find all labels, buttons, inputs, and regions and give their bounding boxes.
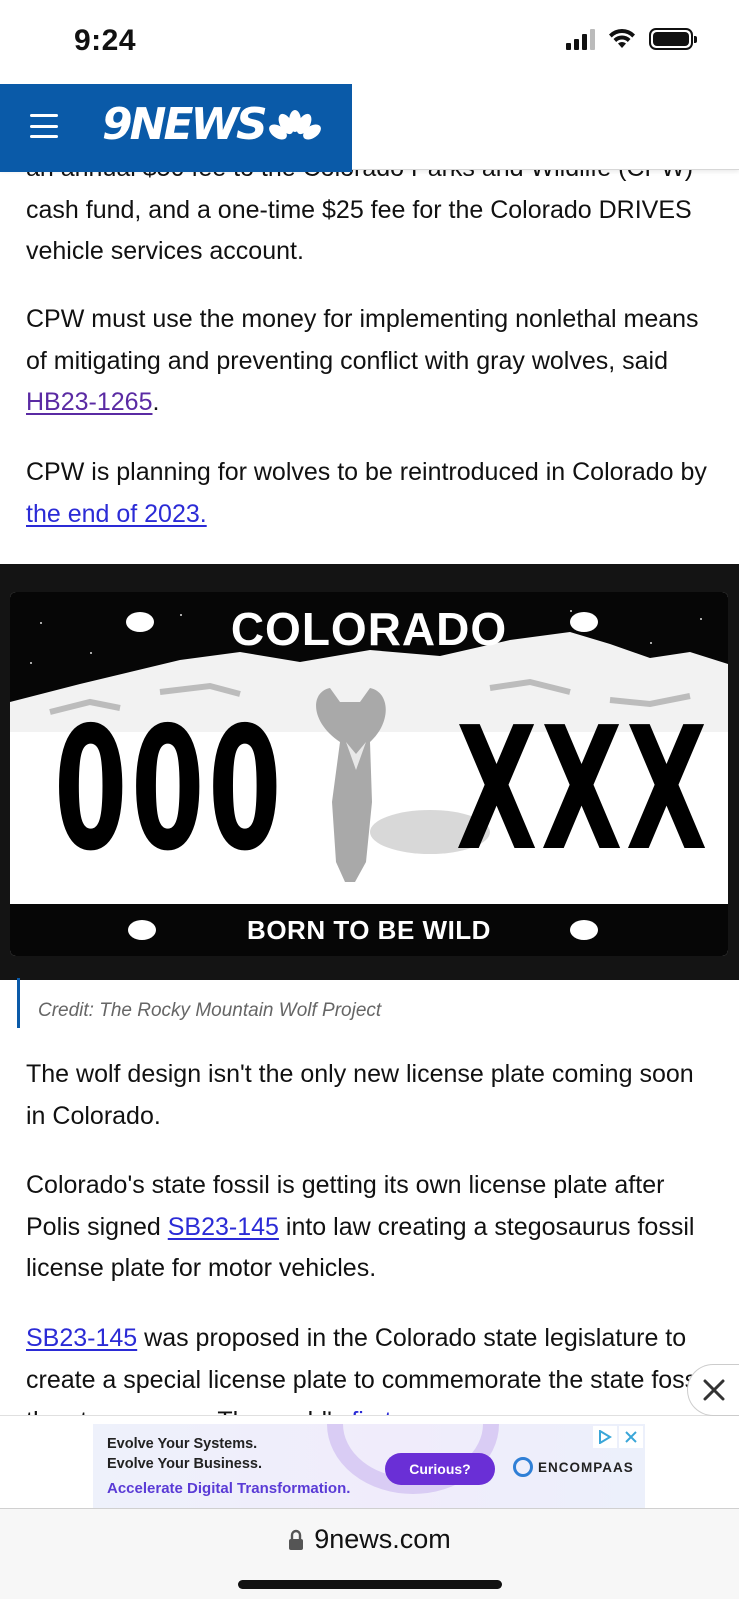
ad-cta-button[interactable]: Curious? [385, 1453, 495, 1485]
plate-number: 000 [54, 691, 286, 889]
link-sb23-145[interactable]: SB23-145 [168, 1213, 279, 1241]
article-image-wolf-plate: COLORADO 000 XXX BORN TO BE WILD [0, 564, 739, 980]
header-brand-block: 9NEWS [0, 82, 352, 172]
browser-address-bar[interactable]: 9news.com [0, 1508, 739, 1599]
plate-letters: XXX [456, 691, 711, 889]
wifi-icon [609, 28, 635, 48]
peacock-icon [268, 110, 321, 146]
link-hb23-1265[interactable]: HB23-1265 [26, 388, 152, 416]
ad-banner[interactable]: Evolve Your Systems. Evolve Your Busines… [93, 1424, 645, 1509]
status-time: 9:24 [74, 24, 137, 57]
article-paragraph-cpw-money: CPW must use the money for implementing … [26, 305, 699, 416]
ad-choices[interactable] [593, 1426, 643, 1448]
link-end-of-2023[interactable]: the end of 2023. [26, 500, 207, 528]
cellular-signal-icon [566, 28, 595, 50]
ad-bar: Evolve Your Systems. Evolve Your Busines… [0, 1415, 739, 1509]
site-logo[interactable]: 9NEWS [102, 100, 323, 150]
site-header: 9NEWS [0, 82, 739, 172]
battery-icon [649, 28, 697, 50]
url-text: 9news.com [314, 1524, 451, 1554]
ad-brand: ENCOMPAAS [513, 1457, 634, 1477]
license-plate-image: COLORADO 000 XXX BORN TO BE WILD [10, 592, 728, 956]
image-caption: Credit: The Rocky Mountain Wolf Project [17, 978, 717, 1028]
article-paragraph-new-plates: The wolf design isn't the only new licen… [26, 1060, 694, 1130]
ad-headline-2: Evolve Your Business. [107, 1456, 262, 1472]
logo-text: 9NEWS [102, 99, 268, 150]
article-paragraph-state-fossil: Colorado's state fossil is getting its o… [26, 1171, 695, 1282]
adchoices-icon[interactable] [593, 1426, 617, 1448]
ad-close-button[interactable] [687, 1364, 739, 1416]
status-icons [566, 28, 697, 50]
ad-dismiss-icon[interactable] [619, 1426, 643, 1448]
lock-icon [289, 1529, 304, 1550]
link-sb23-145-second[interactable]: SB23-145 [26, 1324, 137, 1352]
brand-logo-icon [513, 1457, 533, 1477]
status-bar: 9:24 [0, 0, 739, 84]
menu-icon[interactable] [30, 114, 58, 138]
close-icon [703, 1379, 724, 1401]
article-paragraph-reintroduction: CPW is planning for wolves to be reintro… [26, 458, 707, 528]
plate-state-name: COLORADO [230, 603, 508, 655]
plate-bolt [570, 612, 598, 632]
ad-headline-1: Evolve Your Systems. [107, 1436, 258, 1452]
plate-slogan: BORN TO BE WILD [247, 915, 491, 945]
ad-tagline: Accelerate Digital Transformation. [107, 1480, 351, 1497]
home-indicator[interactable] [238, 1580, 502, 1589]
url-display[interactable]: 9news.com [0, 1524, 739, 1555]
plate-bolt [126, 612, 154, 632]
